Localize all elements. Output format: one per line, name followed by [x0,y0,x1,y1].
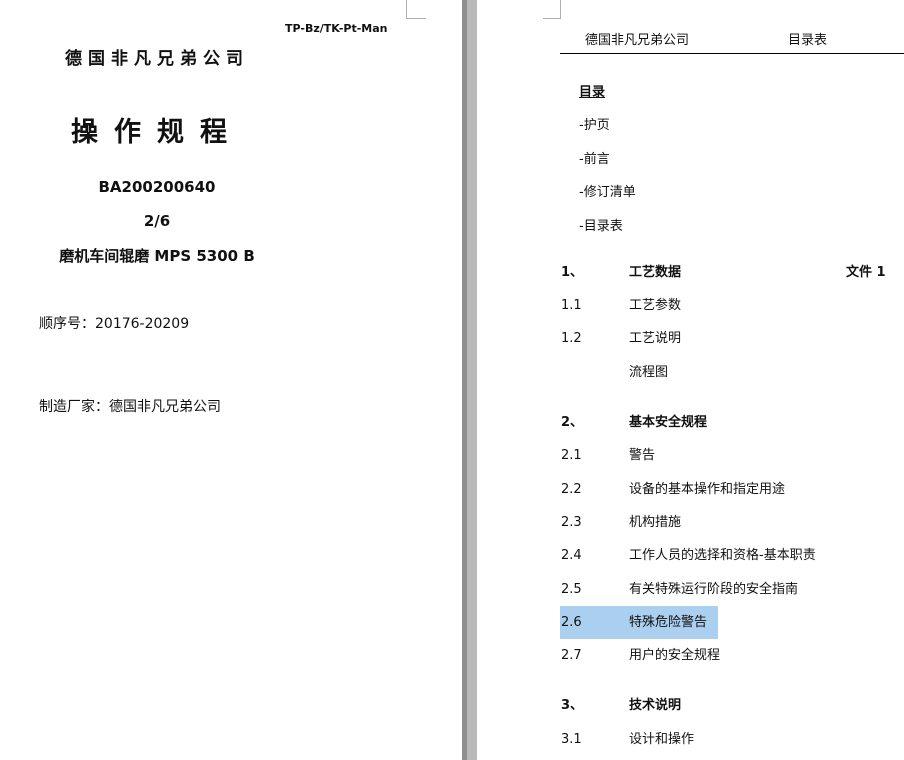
section-title: 工艺说明 [629,331,682,346]
section-number: 2.7 [561,648,582,663]
toc-subsection-row[interactable]: 2.2 设备的基本操作和指定用途 [560,479,904,501]
toc-section-row[interactable]: 1、 工艺数据 文件 1 [560,262,904,284]
section-number: 2、 [561,415,584,430]
toc-section-row[interactable]: 3、 技术说明 [560,695,904,717]
section-title: 技术说明 [629,698,682,713]
section-title: 流程图 [629,365,669,380]
toc-subsection-row[interactable]: 2.5 有关特殊运行阶段的安全指南 [560,579,904,601]
section-title: 基本安全规程 [629,415,708,430]
document-part: 2/6 [143,212,171,230]
section-title: 设计和操作 [629,732,695,747]
cover-company-name: 德国非凡兄弟公司 [65,49,249,69]
section-title: 用户的安全规程 [629,648,721,663]
section-title: 工艺数据 [629,265,682,280]
toc-subsection-row[interactable]: 3.1 设计和操作 [560,729,904,751]
section-file-reference: 文件 1 [846,265,886,280]
reference-code: TP-Bz/TK-Pt-Man [285,22,388,35]
section-number: 1.1 [561,298,582,313]
front-matter-item[interactable]: -目录表 [579,215,623,234]
page-margin-corner-mark [543,0,561,19]
front-matter-item[interactable]: -前言 [579,148,610,167]
section-number: 1、 [561,265,584,280]
section-number: 3.1 [561,732,582,747]
section-number: 3、 [561,698,584,713]
section-title: 设备的基本操作和指定用途 [629,482,786,497]
section-title: 特殊危险警告 [629,615,708,630]
machine-name: 磨机车间辊磨 MPS 5300 B [59,247,255,265]
section-number: 1.2 [561,331,582,346]
toc-section-row[interactable]: 2、 基本安全规程 [560,412,904,434]
toc-subsection-row[interactable]: 2.7 用户的安全规程 [560,645,904,667]
page-header-label: 目录表 [788,33,828,48]
section-title: 有关特殊运行阶段的安全指南 [629,582,799,597]
section-number: 2.6 [561,615,582,630]
toc-subsection-row[interactable]: 1.2 工艺说明 [560,328,904,350]
section-number: 2.3 [561,515,582,530]
section-title: 工作人员的选择和资格-基本职责 [629,548,816,563]
page-header-company: 德国非凡兄弟公司 [585,33,690,48]
section-title: 机构措施 [629,515,682,530]
serial-number-line: 顺序号：20176-20209 [39,316,190,332]
document-page-right: 德国非凡兄弟公司 目录表 目录 -护页 -前言 -修订清单 -目录表 1、 工艺… [477,0,904,760]
section-title: 警告 [629,448,656,463]
document-title: 操作规程 [71,117,243,148]
section-number: 2.5 [561,582,582,597]
front-matter-item[interactable]: -修订清单 [579,181,636,200]
toc-subsection-row-selected[interactable]: 2.6 特殊危险警告 [560,606,904,639]
section-number: 2.1 [561,448,582,463]
front-matter-item[interactable]: -护页 [579,114,610,133]
toc-subsection-row[interactable]: 2.3 机构措施 [560,512,904,534]
document-number: BA200200640 [98,178,216,196]
manufacturer-line: 制造厂家：德国非凡兄弟公司 [39,399,221,415]
page-margin-corner-mark [406,0,426,19]
document-page-left: TP-Bz/TK-Pt-Man 德国非凡兄弟公司 操作规程 BA20020064… [0,0,462,760]
toc-subsection-row[interactable]: 2.4 工作人员的选择和资格-基本职责 [560,545,904,567]
toc-subsection-row[interactable]: 1.1 工艺参数 [560,295,904,317]
toc-subsection-row[interactable]: 2.1 警告 [560,445,904,467]
section-number: 2.4 [561,548,582,563]
page-gutter-shadow [462,0,467,760]
section-title: 工艺参数 [629,298,682,313]
header-rule [560,53,904,54]
toc-subsection-row[interactable]: 流程图 [560,362,904,384]
toc-heading: 目录 [579,85,606,100]
section-number: 2.2 [561,482,582,497]
